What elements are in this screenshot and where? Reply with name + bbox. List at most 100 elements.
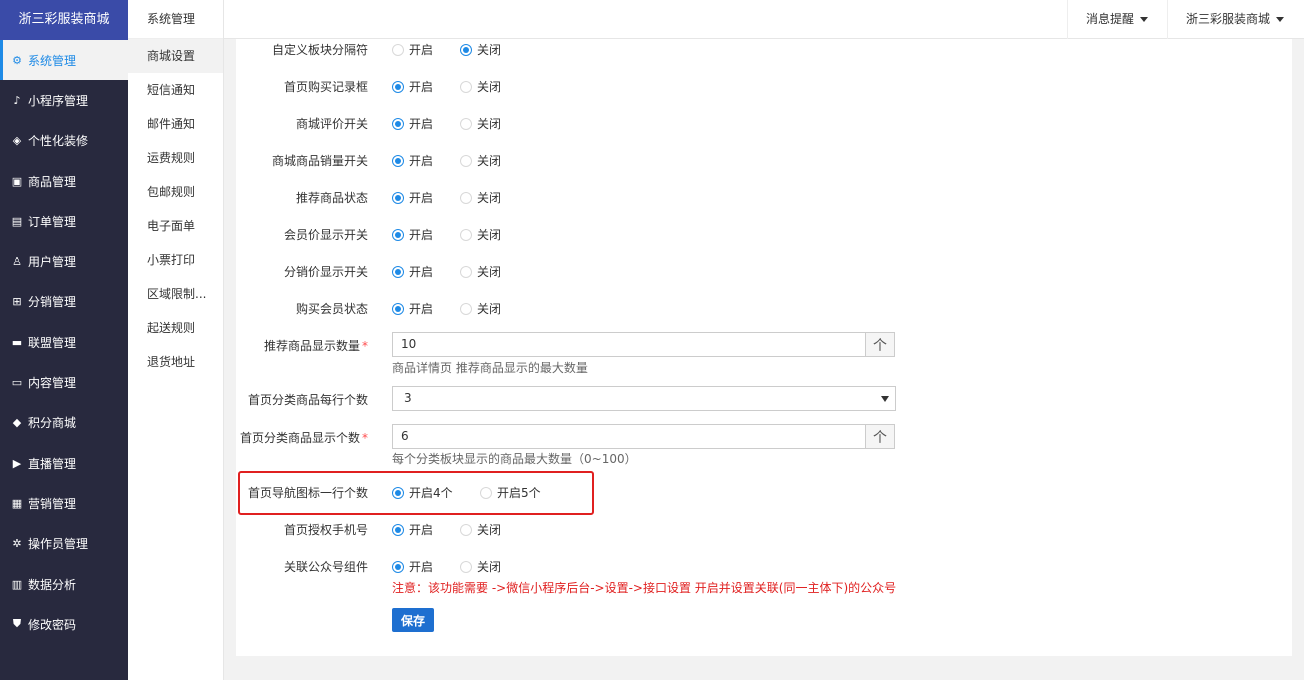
- chart-icon: ▥: [11, 577, 23, 591]
- field-label: 分销价显示开关: [283, 265, 368, 279]
- newspaper-icon: ▭: [11, 376, 23, 390]
- sidebar-item-live[interactable]: ▶ 直播管理: [0, 443, 128, 483]
- sidebar-item-operators[interactable]: ✲ 操作员管理: [0, 524, 128, 564]
- sidebar-item-users[interactable]: ♙ 用户管理: [0, 241, 128, 281]
- settings-panel: 自定义板块分隔符 开启 关闭 首页购买记录框 开启 关闭 商城评价开关 开启 关…: [236, 39, 1292, 656]
- dist-price-on-radio[interactable]: 开启: [392, 263, 433, 280]
- recommend-status-off-radio[interactable]: 关闭: [460, 189, 501, 206]
- radio-dot: [392, 265, 404, 278]
- sidebar-item-label: 系统管理: [28, 53, 77, 68]
- box-icon: ◆: [12, 416, 22, 430]
- select-arrow-icon: [881, 396, 889, 402]
- radio-dot: [392, 43, 404, 56]
- subnav-item-min-delivery[interactable]: 起送规则: [128, 311, 223, 345]
- radio-label: 关闭: [477, 43, 502, 57]
- radio-dot: [460, 80, 472, 93]
- cat-count-input[interactable]: 6: [392, 424, 866, 449]
- purchase-record-on-radio[interactable]: 开启: [392, 78, 433, 95]
- subnav-item-shipping-rules[interactable]: 运费规则: [128, 141, 223, 175]
- official-account-on-radio[interactable]: 开启: [392, 558, 433, 575]
- sidebar-item-goods[interactable]: ▣ 商品管理: [0, 161, 128, 201]
- sidebar-item-decorate[interactable]: ◈ 个性化装修: [0, 121, 128, 161]
- sidebar-item-miniprogram[interactable]: ♪ 小程序管理: [0, 80, 128, 120]
- sidebar-item-analytics[interactable]: ▥ 数据分析: [0, 564, 128, 604]
- subnav-item-sms[interactable]: 短信通知: [128, 73, 223, 107]
- subnav-item-region-limit[interactable]: 区域限制...: [128, 277, 223, 311]
- sales-switch-off-radio[interactable]: 关闭: [460, 152, 501, 169]
- radio-label: 关闭: [477, 265, 502, 279]
- radio-label: 开启4个: [409, 486, 453, 500]
- sidebar-item-label: 商品管理: [28, 174, 77, 189]
- cog-icon: ✲: [12, 537, 22, 551]
- subnav-item-waybill[interactable]: 电子面单: [128, 209, 223, 243]
- auth-phone-off-radio[interactable]: 关闭: [460, 521, 501, 538]
- radio-label: 关闭: [477, 117, 502, 131]
- per-row-select[interactable]: 3: [392, 386, 896, 411]
- field-label: 首页分类商品每行个数: [247, 393, 368, 407]
- save-button[interactable]: 保存: [392, 608, 434, 632]
- sidebar-item-distribution[interactable]: ⊞ 分销管理: [0, 282, 128, 322]
- sidebar-item-points-mall[interactable]: ◆ 积分商城: [0, 403, 128, 443]
- shop-dropdown[interactable]: 浙三彩服装商城: [1167, 0, 1302, 39]
- custom-divider-off-radio[interactable]: 关闭: [460, 41, 501, 58]
- radio-dot: [460, 302, 472, 315]
- radio-label: 开启: [409, 154, 434, 168]
- nav-icons-4-radio[interactable]: 开启4个: [392, 484, 453, 501]
- caret-down-icon: [1140, 17, 1149, 22]
- nav-icons-5-radio[interactable]: 开启5个: [480, 484, 541, 501]
- member-status-on-radio[interactable]: 开启: [392, 300, 433, 317]
- sidebar-item-label: 分销管理: [28, 295, 77, 310]
- recommend-status-on-radio[interactable]: 开启: [392, 189, 433, 206]
- official-account-off-radio[interactable]: 关闭: [460, 558, 501, 575]
- review-switch-on-radio[interactable]: 开启: [392, 115, 433, 132]
- radio-dot: [392, 117, 404, 130]
- recommend-count-input[interactable]: 10: [392, 332, 866, 357]
- radio-label: 开启: [409, 228, 434, 242]
- notifications-dropdown[interactable]: 消息提醒: [1067, 0, 1166, 39]
- sidebar-item-password[interactable]: ⛊ 修改密码: [0, 604, 128, 644]
- radio-dot: [392, 228, 404, 241]
- sidebar-item-orders[interactable]: ▤ 订单管理: [0, 201, 128, 241]
- subnav-item-free-shipping[interactable]: 包邮规则: [128, 175, 223, 209]
- member-price-off-radio[interactable]: 关闭: [460, 226, 501, 243]
- purchase-record-off-radio[interactable]: 关闭: [460, 78, 501, 95]
- brand-title: 浙三彩服装商城: [0, 0, 128, 40]
- field-label: 会员价显示开关: [283, 228, 368, 242]
- radio-dot: [392, 486, 404, 499]
- radio-dot: [460, 117, 472, 130]
- mini-program-icon: ♪: [13, 93, 21, 107]
- sidebar-item-label: 直播管理: [28, 456, 77, 471]
- radio-label: 关闭: [477, 80, 502, 94]
- sidebar-item-system[interactable]: ⚙ 系统管理: [0, 40, 128, 81]
- sales-switch-on-radio[interactable]: 开启: [392, 152, 433, 169]
- subnav-item-return-address[interactable]: 退货地址: [128, 345, 223, 379]
- sidebar-item-alliance[interactable]: ▬ 联盟管理: [0, 322, 128, 362]
- radio-label: 开启: [409, 523, 434, 537]
- sidebar-item-marketing[interactable]: ▦ 营销管理: [0, 483, 128, 523]
- member-price-on-radio[interactable]: 开启: [392, 226, 433, 243]
- dist-price-off-radio[interactable]: 关闭: [460, 263, 501, 280]
- sidebar-item-label: 内容管理: [28, 376, 77, 391]
- caret-down-icon: [1276, 17, 1285, 22]
- gift-icon: ▦: [11, 496, 23, 510]
- radio-dot: [480, 486, 492, 499]
- subnav-title: 系统管理: [128, 0, 223, 39]
- auth-phone-on-radio[interactable]: 开启: [392, 521, 433, 538]
- radio-label: 关闭: [477, 228, 502, 242]
- review-switch-off-radio[interactable]: 关闭: [460, 115, 501, 132]
- subnav-item-receipt-print[interactable]: 小票打印: [128, 243, 223, 277]
- field-label: 推荐商品显示数量 *: [236, 337, 368, 354]
- field-label-text: 首页分类商品显示个数: [239, 431, 360, 445]
- gear-icon: ⚙: [12, 53, 22, 67]
- subnav-item-email[interactable]: 邮件通知: [128, 107, 223, 141]
- radio-label: 关闭: [477, 523, 502, 537]
- subnav-item-shop-settings[interactable]: 商城设置: [128, 39, 223, 73]
- recommend-count-stepper[interactable]: 个: [865, 332, 895, 357]
- member-status-off-radio[interactable]: 关闭: [460, 300, 501, 317]
- radio-label: 开启: [409, 191, 434, 205]
- custom-divider-on-radio[interactable]: 开启: [392, 41, 433, 58]
- cat-count-stepper[interactable]: 个: [865, 424, 895, 449]
- play-icon: ▶: [12, 456, 22, 470]
- main-sidebar: 浙三彩服装商城 ⚙ 系统管理 ♪ 小程序管理 ◈ 个性化装修 ▣ 商品管理 ▤ …: [0, 0, 128, 680]
- sidebar-item-content[interactable]: ▭ 内容管理: [0, 362, 128, 402]
